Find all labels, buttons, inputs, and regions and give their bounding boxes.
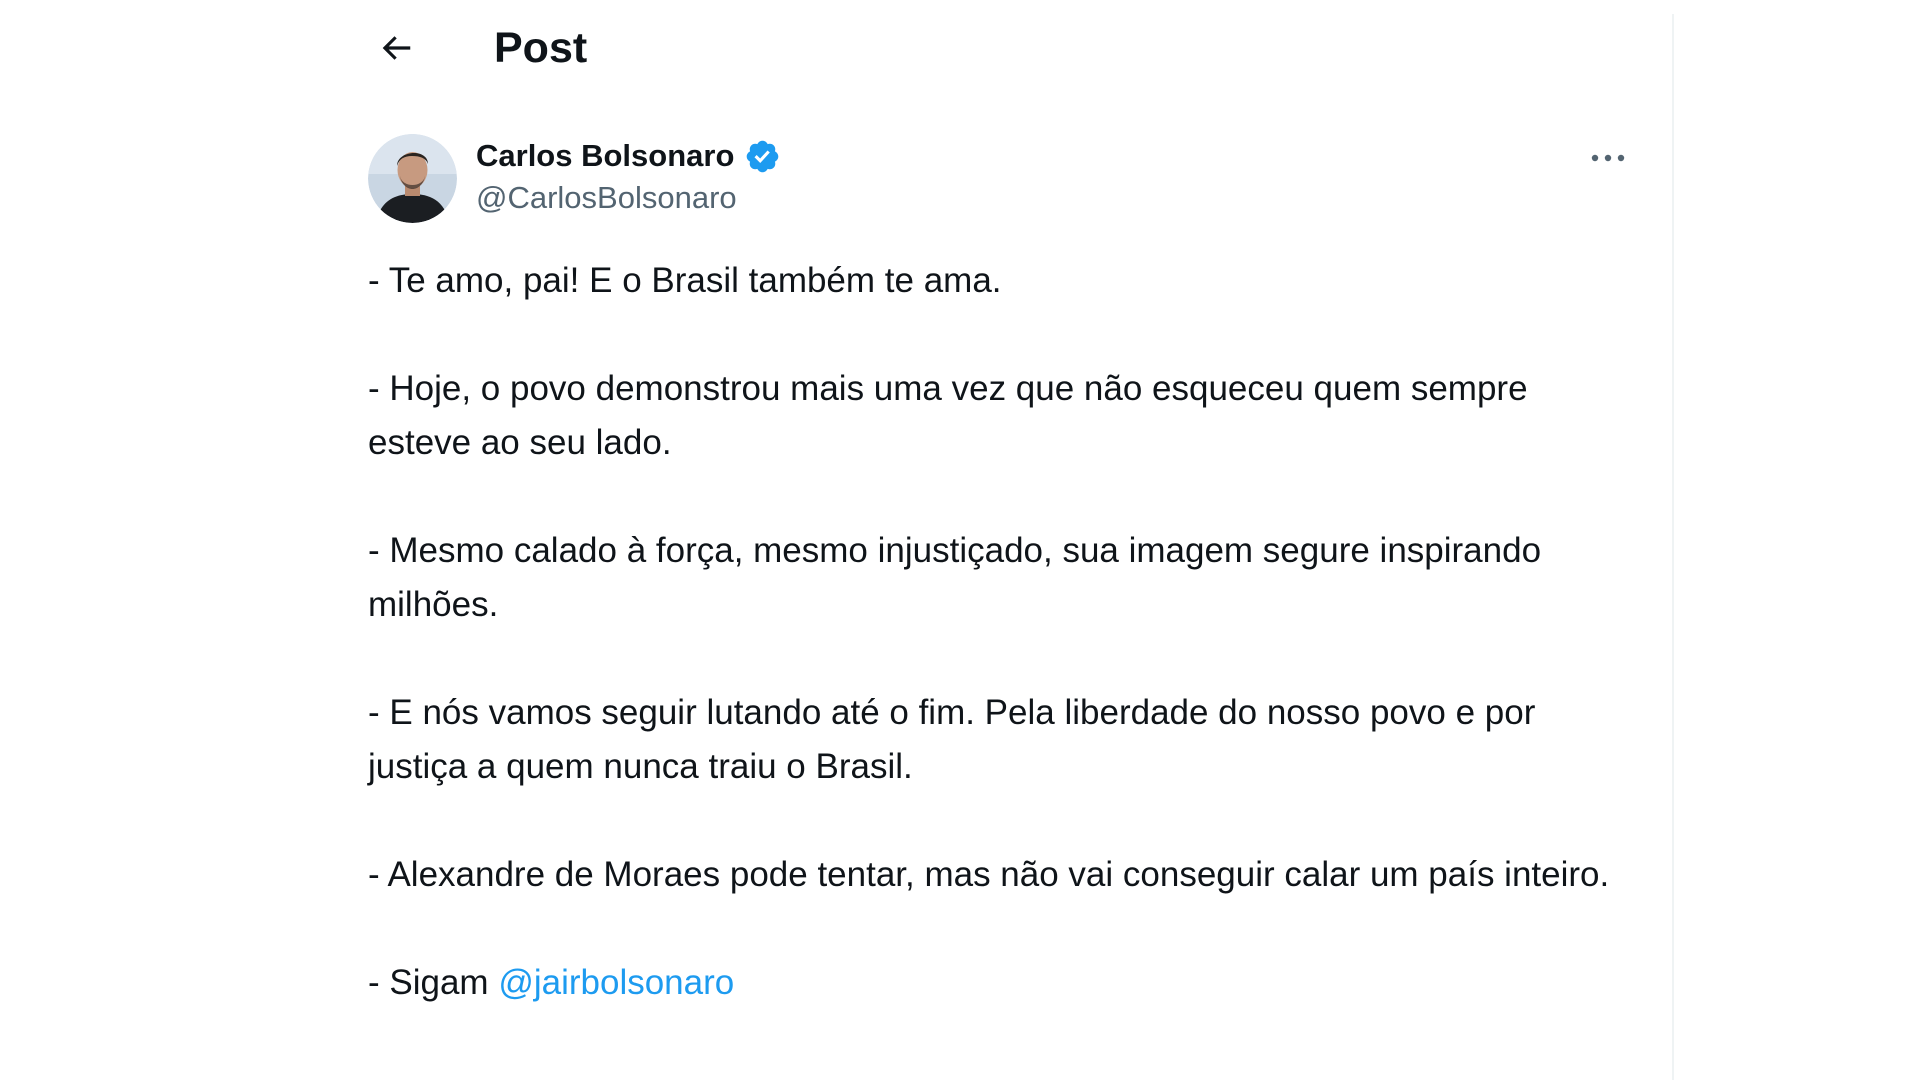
- arrow-left-icon: [382, 36, 411, 60]
- tweet-paragraph: - Alexandre de Moraes pode tentar, mas n…: [368, 855, 1610, 894]
- author-info: Carlos Bolsonaro @CarlosBolsonaro: [476, 134, 781, 216]
- tweet-paragraph-last: - Sigam @jairbolsonaro: [368, 956, 1638, 1010]
- back-button[interactable]: [366, 18, 426, 78]
- post-header: Post: [360, 0, 1660, 100]
- author-row: Carlos Bolsonaro @CarlosBolsonaro: [368, 132, 1638, 226]
- tweet-text: - Te amo, pai! E o Brasil também te ama.…: [368, 254, 1638, 1064]
- tweet-paragraph: - E nós vamos seguir lutando até o fim. …: [368, 693, 1536, 786]
- mention-link[interactable]: @jairbolsonaro: [498, 963, 734, 1002]
- more-horizontal-icon: [1591, 154, 1625, 162]
- tweet-paragraph: - Te amo, pai! E o Brasil também te ama.: [368, 261, 1002, 300]
- display-name[interactable]: Carlos Bolsonaro: [476, 138, 734, 174]
- more-options-button[interactable]: [1578, 138, 1638, 178]
- avatar[interactable]: [368, 134, 457, 223]
- display-name-row: Carlos Bolsonaro: [476, 134, 781, 178]
- page-title: Post: [494, 24, 588, 72]
- post-page: Post Carlos Bolsonaro @CarlosBolsonaro -…: [0, 0, 1920, 1080]
- tweet-paragraph: - Mesmo calado à força, mesmo injustiçad…: [368, 531, 1542, 624]
- verified-badge-icon[interactable]: [744, 138, 781, 175]
- column-divider: [1672, 14, 1674, 1080]
- tweet-paragraph: - Hoje, o povo demonstrou mais uma vez q…: [368, 369, 1528, 462]
- avatar-image: [368, 134, 457, 223]
- tweet-text-prefix: - Sigam: [368, 963, 499, 1002]
- user-handle[interactable]: @CarlosBolsonaro: [476, 180, 781, 216]
